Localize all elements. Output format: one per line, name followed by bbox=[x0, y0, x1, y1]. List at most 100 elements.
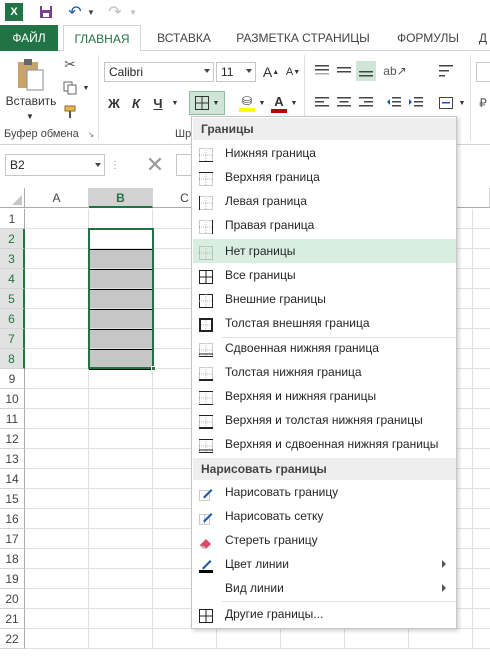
row-header[interactable]: 11 bbox=[0, 409, 25, 429]
cell[interactable] bbox=[473, 429, 490, 449]
cell[interactable] bbox=[473, 409, 490, 429]
redo-icon[interactable]: ↷ bbox=[106, 3, 124, 21]
cell[interactable] bbox=[473, 469, 490, 489]
row-header[interactable]: 3 bbox=[0, 249, 25, 269]
undo-dropdown-icon[interactable]: ▼ bbox=[82, 3, 100, 21]
cell[interactable] bbox=[25, 249, 89, 269]
cell[interactable] bbox=[25, 229, 89, 249]
merge-dropdown-icon[interactable]: ▼ bbox=[458, 98, 466, 108]
menu-item[interactable]: Левая граница bbox=[193, 189, 456, 213]
cell[interactable] bbox=[473, 629, 490, 649]
cell[interactable] bbox=[473, 309, 490, 329]
shrink-font-button[interactable]: A ▼ bbox=[284, 62, 302, 82]
row-header[interactable]: 16 bbox=[0, 509, 25, 529]
font-color-dropdown-icon[interactable]: ▼ bbox=[290, 98, 298, 108]
cell[interactable] bbox=[473, 509, 490, 529]
menu-item[interactable]: Нет границы bbox=[193, 239, 456, 263]
save-icon[interactable] bbox=[37, 3, 55, 21]
italic-button[interactable]: К bbox=[126, 93, 146, 113]
align-top-icon[interactable] bbox=[312, 61, 332, 81]
cell[interactable] bbox=[89, 469, 153, 489]
font-name-select[interactable]: Calibri bbox=[104, 62, 214, 82]
orientation-icon[interactable]: ab↗ bbox=[383, 61, 406, 81]
cell[interactable] bbox=[473, 249, 490, 269]
cell[interactable] bbox=[89, 529, 153, 549]
wrap-text-icon[interactable] bbox=[436, 61, 456, 81]
cell[interactable] bbox=[89, 369, 153, 389]
name-box[interactable]: B2 bbox=[5, 154, 105, 176]
cell[interactable] bbox=[25, 449, 89, 469]
splitter-icon[interactable]: ⋮ bbox=[110, 156, 120, 174]
cell[interactable] bbox=[25, 429, 89, 449]
cell[interactable] bbox=[89, 449, 153, 469]
cell[interactable] bbox=[25, 589, 89, 609]
menu-item[interactable]: Нарисовать границу bbox=[193, 480, 456, 504]
cell[interactable] bbox=[345, 629, 409, 649]
row-header[interactable]: 21 bbox=[0, 609, 25, 629]
menu-item[interactable]: Вид линии bbox=[193, 576, 456, 600]
row-header[interactable]: 20 bbox=[0, 589, 25, 609]
copy-icon[interactable] bbox=[62, 79, 78, 97]
paste-button[interactable]: Вставить bbox=[4, 93, 58, 109]
row-header[interactable]: 14 bbox=[0, 469, 25, 489]
format-painter-icon[interactable] bbox=[62, 103, 78, 121]
cell[interactable] bbox=[217, 629, 281, 649]
cell[interactable] bbox=[25, 509, 89, 529]
menu-item[interactable]: Другие границы... bbox=[193, 602, 456, 626]
cancel-icon[interactable]: ✕ bbox=[140, 152, 170, 177]
cell[interactable] bbox=[409, 629, 473, 649]
cell[interactable] bbox=[25, 289, 89, 309]
merge-center-icon[interactable] bbox=[436, 93, 456, 113]
clipboard-launcher-icon[interactable]: ↘ bbox=[86, 129, 96, 139]
row-header[interactable]: 2 bbox=[0, 229, 25, 249]
font-size-select[interactable]: 11 bbox=[216, 62, 256, 82]
row-header[interactable]: 7 bbox=[0, 329, 25, 349]
align-middle-icon[interactable] bbox=[334, 61, 354, 81]
cell[interactable] bbox=[473, 369, 490, 389]
row-header[interactable]: 1 bbox=[0, 209, 25, 229]
menu-item[interactable]: Внешние границы bbox=[193, 287, 456, 311]
cell[interactable] bbox=[89, 409, 153, 429]
cell[interactable] bbox=[25, 529, 89, 549]
cell[interactable] bbox=[473, 589, 490, 609]
cell[interactable] bbox=[89, 509, 153, 529]
cell[interactable] bbox=[473, 449, 490, 469]
cell[interactable] bbox=[473, 549, 490, 569]
cell[interactable] bbox=[89, 389, 153, 409]
row-header[interactable]: 12 bbox=[0, 429, 25, 449]
borders-button[interactable]: ▼ bbox=[189, 91, 225, 115]
menu-item[interactable]: Все границы bbox=[193, 263, 456, 287]
cell[interactable] bbox=[25, 409, 89, 429]
tab-home[interactable]: ГЛАВНАЯ bbox=[63, 25, 141, 52]
fill-color-dropdown-icon[interactable]: ▼ bbox=[258, 98, 266, 108]
cell[interactable] bbox=[473, 489, 490, 509]
row-header[interactable]: 4 bbox=[0, 269, 25, 289]
menu-item[interactable]: Верхняя и толстая нижняя границы bbox=[193, 408, 456, 432]
row-header[interactable]: 17 bbox=[0, 529, 25, 549]
paste-icon[interactable] bbox=[14, 57, 46, 93]
row-header[interactable]: 8 bbox=[0, 349, 25, 369]
increase-indent-icon[interactable] bbox=[406, 93, 426, 113]
row-header[interactable]: 18 bbox=[0, 549, 25, 569]
cell[interactable] bbox=[473, 209, 490, 229]
formula-input[interactable] bbox=[176, 154, 192, 176]
menu-item[interactable]: Цвет линии bbox=[193, 552, 456, 576]
align-bottom-icon[interactable] bbox=[356, 61, 376, 81]
row-header[interactable]: 6 bbox=[0, 309, 25, 329]
cell[interactable] bbox=[25, 209, 89, 229]
fill-color-button[interactable]: ⛁ bbox=[236, 91, 258, 115]
cell[interactable] bbox=[473, 329, 490, 349]
column-header-b[interactable]: B bbox=[89, 188, 153, 208]
cell[interactable] bbox=[281, 629, 345, 649]
cell[interactable] bbox=[473, 529, 490, 549]
number-format-select[interactable] bbox=[476, 62, 490, 82]
menu-item[interactable]: Толстая внешняя граница bbox=[193, 311, 456, 335]
row-header[interactable]: 15 bbox=[0, 489, 25, 509]
cell[interactable] bbox=[473, 569, 490, 589]
decrease-indent-icon[interactable] bbox=[384, 93, 404, 113]
bold-button[interactable]: Ж bbox=[104, 93, 124, 113]
font-color-button[interactable]: A bbox=[268, 91, 290, 115]
cell[interactable] bbox=[473, 229, 490, 249]
cell[interactable] bbox=[25, 489, 89, 509]
cell[interactable] bbox=[89, 609, 153, 629]
